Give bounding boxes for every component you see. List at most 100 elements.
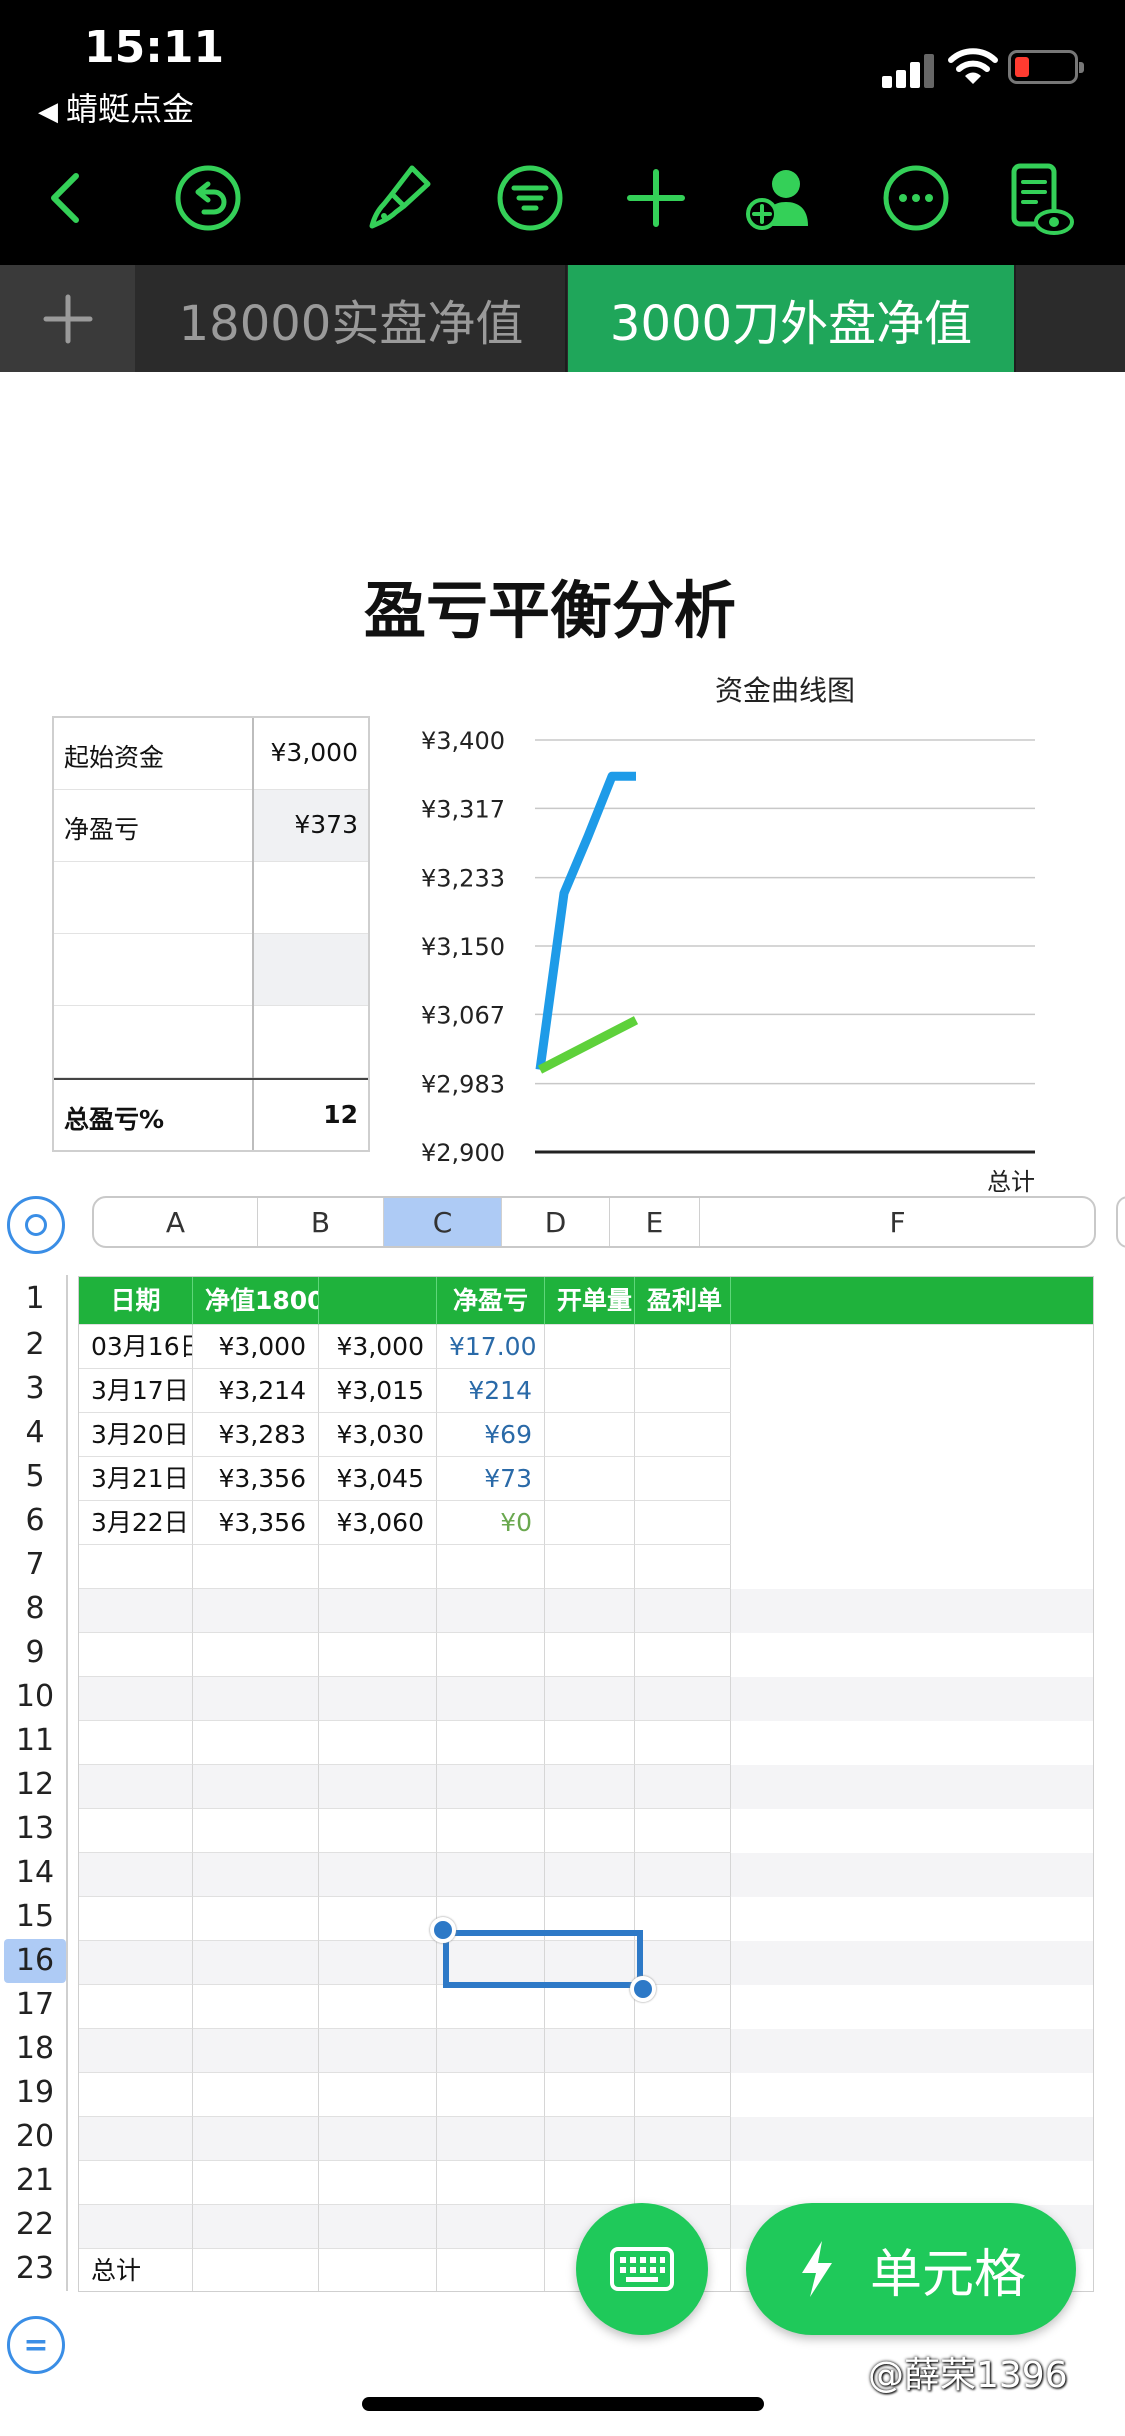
keyboard-button[interactable] (576, 2203, 708, 2335)
table-cell[interactable] (319, 2161, 437, 2205)
formula-button[interactable]: = (7, 2316, 65, 2374)
row-number-11[interactable]: 11 (4, 1719, 66, 1763)
table-cell[interactable] (545, 2161, 635, 2205)
table-row[interactable] (79, 1809, 1093, 1853)
table-cell[interactable] (319, 1545, 437, 1589)
table-row[interactable]: 03月16日¥3,000¥3,000¥17.00 (79, 1325, 1093, 1369)
table-cell[interactable] (545, 1853, 635, 1897)
table-cell[interactable]: 3月17日 (79, 1369, 193, 1413)
table-row[interactable] (79, 1721, 1093, 1765)
collaborate-icon[interactable] (740, 158, 820, 238)
table-cell[interactable] (635, 1677, 731, 1721)
table-cell[interactable] (545, 1765, 635, 1809)
table-cell[interactable] (193, 1985, 319, 2029)
table-cell[interactable] (635, 1809, 731, 1853)
table-cell[interactable]: ¥3,214 (193, 1369, 319, 1413)
summary-row[interactable] (54, 1006, 368, 1078)
table-cell[interactable] (79, 1985, 193, 2029)
back-to-app-link[interactable]: ◀ 蜻蜓点金 (38, 84, 194, 130)
table-cell[interactable] (79, 1589, 193, 1633)
table-row[interactable] (79, 1545, 1093, 1589)
add-icon[interactable] (616, 158, 696, 238)
row-number-9[interactable]: 9 (4, 1631, 66, 1675)
selection-handle-bottom-right[interactable] (630, 1976, 656, 2002)
table-cell[interactable] (437, 2205, 545, 2249)
table-cell[interactable] (437, 1853, 545, 1897)
table-cell[interactable] (193, 2161, 319, 2205)
table-cell[interactable] (635, 1413, 731, 1457)
table-cell[interactable] (319, 1721, 437, 1765)
table-cell[interactable] (319, 2029, 437, 2073)
row-number-15[interactable]: 15 (4, 1895, 66, 1939)
row-number-8[interactable]: 8 (4, 1587, 66, 1631)
table-row[interactable] (79, 1765, 1093, 1809)
table-cell[interactable] (193, 2205, 319, 2249)
table-cell[interactable] (437, 1985, 545, 2029)
cell-selection-box[interactable] (443, 1930, 643, 1988)
table-cell[interactable] (319, 1765, 437, 1809)
row-number-5[interactable]: 5 (4, 1455, 66, 1499)
table-cell[interactable]: ¥3,060 (319, 1501, 437, 1545)
back-chevron-icon[interactable] (28, 158, 108, 238)
table-cell[interactable] (545, 1501, 635, 1545)
table-cell[interactable] (635, 1545, 731, 1589)
table-cell[interactable] (545, 1589, 635, 1633)
table-cell[interactable] (319, 1985, 437, 2029)
table-cell[interactable] (545, 1325, 635, 1369)
table-cell[interactable] (437, 1721, 545, 1765)
column-header-f[interactable]: F (700, 1198, 1094, 1246)
row-number-16[interactable]: 16 (4, 1939, 66, 1983)
table-cell[interactable] (193, 1941, 319, 1985)
row-number-22[interactable]: 22 (4, 2203, 66, 2247)
header-cell[interactable]: 净值18000 (193, 1277, 319, 1325)
table-cell[interactable] (319, 1677, 437, 1721)
table-cell[interactable] (635, 2073, 731, 2117)
table-row[interactable] (79, 2161, 1093, 2205)
table-row[interactable]: 3月20日 ¥3,283 ¥3,030 ¥69 (79, 1413, 1093, 1457)
table-cell[interactable]: ¥73 (437, 1457, 545, 1501)
selection-handle-top-left[interactable] (430, 1917, 456, 1943)
table-cell[interactable] (635, 1765, 731, 1809)
table-cell[interactable] (635, 1853, 731, 1897)
table-cell[interactable] (545, 1721, 635, 1765)
table-cell[interactable] (79, 2161, 193, 2205)
table-cell[interactable] (193, 1897, 319, 1941)
table-cell[interactable] (79, 1677, 193, 1721)
table-cell[interactable]: 03月16日 (79, 1325, 193, 1369)
row-number-18[interactable]: 18 (4, 2027, 66, 2071)
column-header-a[interactable]: A (94, 1198, 258, 1246)
table-cell[interactable]: ¥69 (437, 1413, 545, 1457)
row-number-21[interactable]: 21 (4, 2159, 66, 2203)
row-number-12[interactable]: 12 (4, 1763, 66, 1807)
table-cell[interactable]: ¥0 (437, 1501, 545, 1545)
table-cell[interactable] (193, 2249, 319, 2291)
table-cell[interactable]: ¥3,015 (319, 1369, 437, 1413)
table-cell[interactable] (193, 2073, 319, 2117)
summary-table[interactable]: 起始资金 ¥3,000 净盈亏 ¥373 总盈亏% 12 (52, 716, 370, 1152)
equity-curve-chart[interactable]: 资金曲线图 ¥3,400 ¥3,317 ¥3,233 ¥3,150 ¥3,067 ¥2,98… (405, 660, 1065, 1200)
format-brush-icon[interactable] (360, 158, 440, 238)
table-row[interactable]: 3月21日 ¥3,356 ¥3,045 ¥73 (79, 1457, 1093, 1501)
table-cell[interactable] (635, 2029, 731, 2073)
summary-row[interactable] (54, 862, 368, 934)
table-cell[interactable] (79, 2029, 193, 2073)
table-cell[interactable] (437, 1677, 545, 1721)
table-cell[interactable] (635, 1589, 731, 1633)
header-cell[interactable]: 日期 (79, 1277, 193, 1325)
table-cell[interactable] (437, 1545, 545, 1589)
tab-3000-external-net-value[interactable]: 3000刀外盘净值 (568, 265, 1016, 372)
table-cell[interactable] (635, 1325, 731, 1369)
row-number-17[interactable]: 17 (4, 1983, 66, 2027)
header-cell[interactable]: 净盈亏 (437, 1277, 545, 1325)
summary-total-row[interactable]: 总盈亏% 12 (54, 1078, 368, 1150)
table-cell[interactable] (545, 1413, 635, 1457)
table-cell[interactable] (319, 2073, 437, 2117)
table-row[interactable] (79, 1985, 1093, 2029)
table-cell[interactable] (193, 1677, 319, 1721)
table-cell[interactable] (635, 1897, 731, 1941)
table-cell[interactable] (193, 1809, 319, 1853)
undo-icon[interactable] (168, 158, 248, 238)
table-cell[interactable] (319, 2249, 437, 2291)
table-cell[interactable]: ¥3,283 (193, 1413, 319, 1457)
reader-view-icon[interactable] (998, 158, 1078, 238)
